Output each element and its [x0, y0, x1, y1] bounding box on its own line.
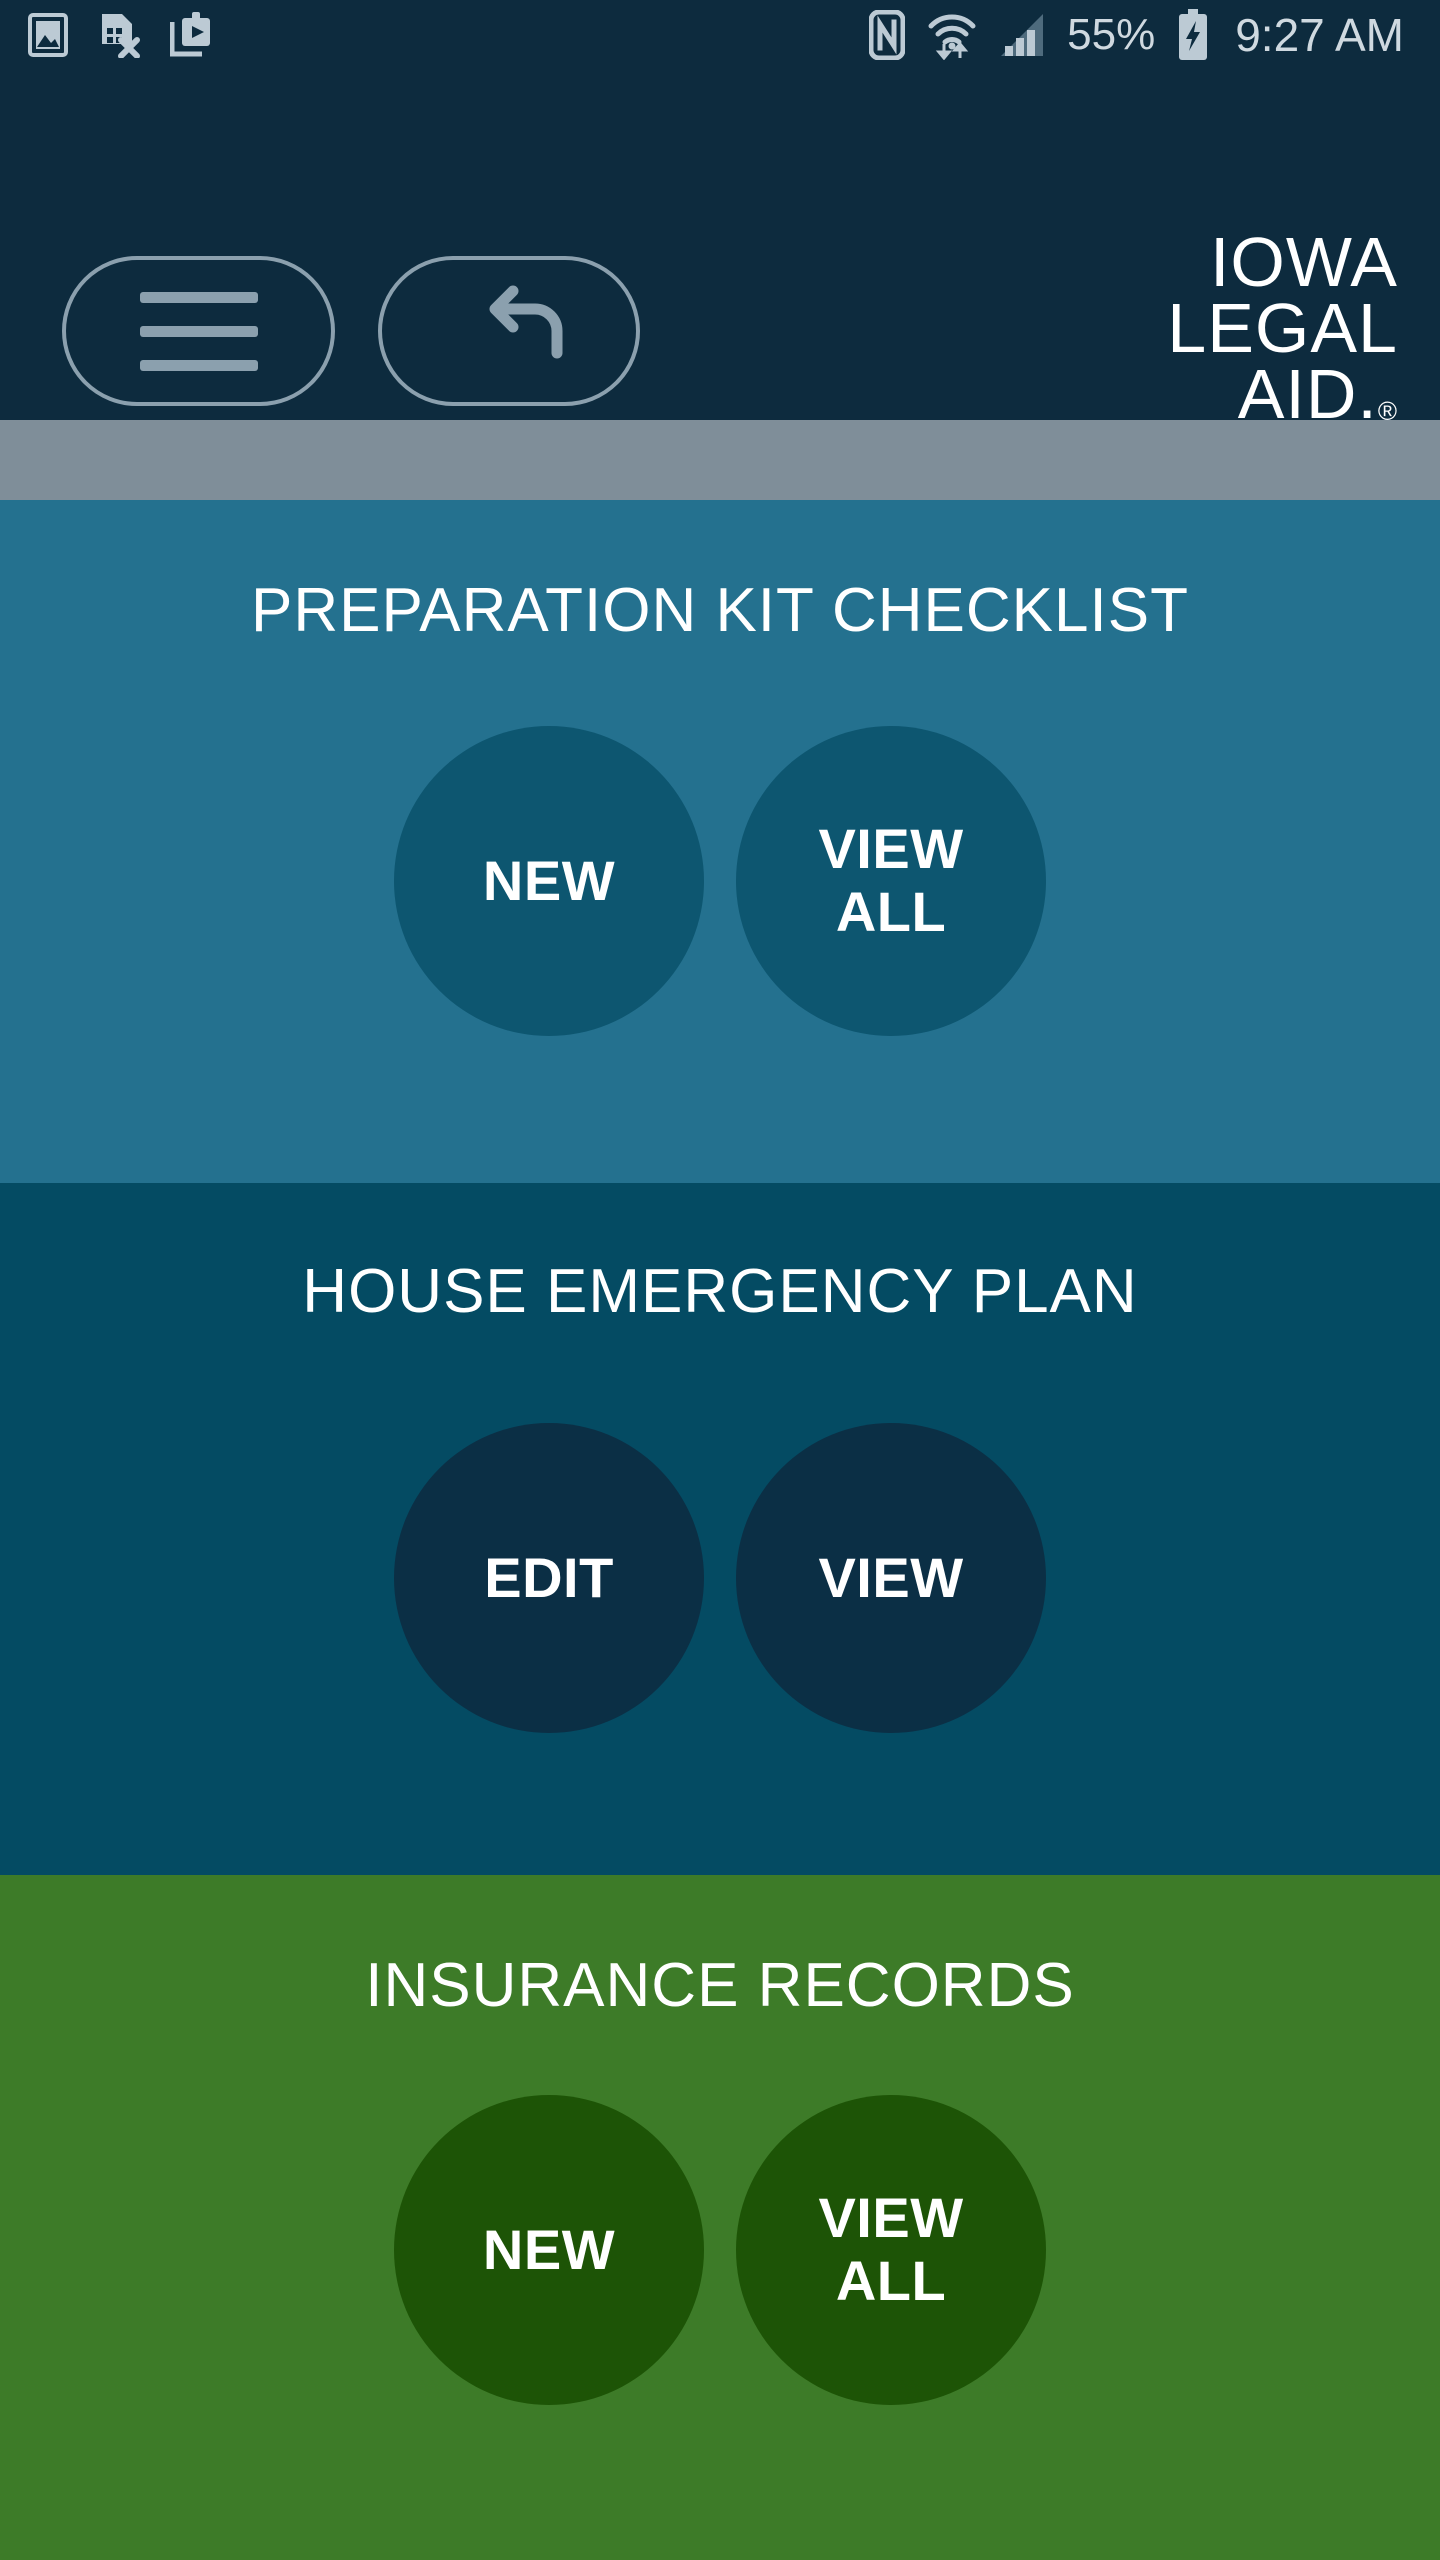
sim-card-error-icon	[102, 14, 140, 58]
logo-line-legal: LEGAL	[1167, 288, 1398, 367]
section-actions-house-emergency-plan: EDIT VIEW	[0, 1423, 1440, 1733]
logo-line-iowa: IOWA	[1209, 223, 1398, 301]
back-button[interactable]	[378, 256, 640, 406]
section-insurance-records: INSURANCE RECORDS NEW VIEW ALL	[0, 1875, 1440, 2560]
divider-bar	[0, 420, 1440, 500]
status-bar: 55% 9:27 AM	[0, 0, 1440, 70]
back-arrow-icon	[489, 285, 563, 359]
section-house-emergency-plan: HOUSE EMERGENCY PLAN EDIT VIEW	[0, 1183, 1440, 1875]
hamburger-icon	[139, 291, 258, 371]
app-header: IOWA LEGAL AID.®	[0, 70, 1440, 429]
prep-view-all-button[interactable]: VIEW ALL	[736, 726, 1046, 1036]
house-edit-button[interactable]: EDIT	[394, 1423, 704, 1733]
section-preparation-kit-checklist: PREPARATION KIT CHECKLIST NEW VIEW ALL	[0, 500, 1440, 1183]
section-title-preparation-kit-checklist: PREPARATION KIT CHECKLIST	[251, 576, 1189, 645]
battery-charging-icon	[1179, 9, 1208, 60]
menu-button[interactable]	[62, 256, 335, 406]
status-bar-left-icons	[0, 12, 214, 58]
wifi-transfer-icon	[928, 14, 976, 60]
app-screen: 55% 9:27 AM IOWA LEGAL AID.® PREPARATION…	[0, 0, 1440, 2560]
image-icon	[28, 13, 68, 57]
nfc-icon	[869, 10, 906, 60]
section-actions-insurance-records: NEW VIEW ALL	[0, 2095, 1440, 2405]
status-bar-clock: 9:27 AM	[1235, 9, 1404, 61]
cellular-signal-icon	[1001, 14, 1044, 56]
battery-percent-label: 55%	[1067, 10, 1156, 59]
logo-line-aid: AID.®	[1167, 359, 1398, 429]
iowa-legal-aid-logo: IOWA LEGAL AID.®	[1167, 223, 1398, 429]
insurance-new-button[interactable]: NEW	[394, 2095, 704, 2405]
section-title-house-emergency-plan: HOUSE EMERGENCY PLAN	[302, 1257, 1138, 1326]
section-actions-preparation-kit-checklist: NEW VIEW ALL	[0, 726, 1440, 1036]
status-bar-right-icons: 55% 9:27 AM	[869, 9, 1440, 61]
media-clipboard-icon	[170, 12, 210, 57]
insurance-view-all-button[interactable]: VIEW ALL	[736, 2095, 1046, 2405]
section-title-insurance-records: INSURANCE RECORDS	[365, 1951, 1075, 2020]
prep-new-button[interactable]: NEW	[394, 726, 704, 1036]
house-view-button[interactable]: VIEW	[736, 1423, 1046, 1733]
